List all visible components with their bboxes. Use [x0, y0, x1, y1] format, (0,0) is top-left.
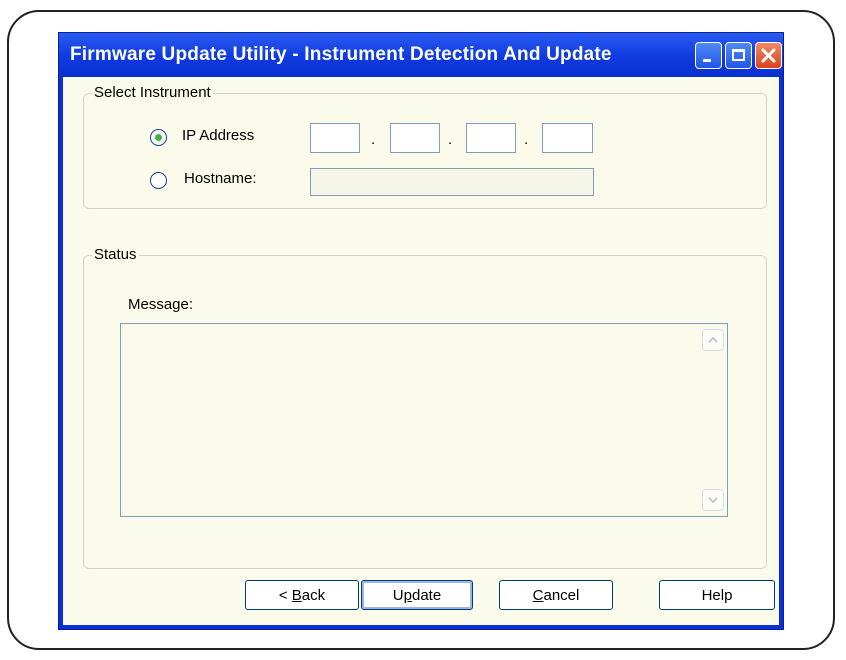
message-textarea[interactable] [120, 323, 728, 517]
dialog-window: Firmware Update Utility - Instrument Det… [58, 32, 784, 630]
ip-separator: . [448, 131, 453, 148]
back-button-rest: ack [301, 587, 326, 604]
status-label: Status [92, 246, 139, 264]
message-scrollbar[interactable] [700, 324, 727, 516]
ip-address-label: IP Address [182, 127, 255, 144]
maximize-icon [732, 49, 745, 61]
hostname-radio[interactable] [150, 172, 167, 189]
update-button-rest: date [411, 587, 442, 604]
ip-octet-2-input[interactable] [390, 123, 440, 153]
close-button[interactable] [755, 42, 782, 69]
title-bar[interactable]: Firmware Update Utility - Instrument Det… [59, 33, 783, 77]
chevron-up-icon [708, 336, 718, 343]
minimize-icon [703, 59, 711, 62]
window-title: Firmware Update Utility - Instrument Det… [70, 44, 612, 65]
back-button[interactable]: < Back [245, 580, 359, 610]
message-label: Message: [128, 296, 194, 313]
close-icon [761, 48, 776, 63]
cancel-button-rest: ancel [543, 587, 580, 604]
ip-octet-4-input[interactable] [542, 123, 593, 153]
ip-separator: . [371, 131, 376, 148]
ip-separator: . [524, 131, 529, 148]
radio-selected-dot [154, 133, 162, 141]
scroll-down-button[interactable] [702, 489, 724, 511]
cancel-button-mnemonic: C [532, 587, 544, 604]
select-instrument-label: Select Instrument [92, 84, 213, 102]
select-instrument-group: Select Instrument IP Address . . . Hostn… [83, 84, 767, 209]
update-button-mnemonic: p [403, 587, 412, 604]
maximize-button[interactable] [725, 42, 752, 69]
chevron-down-icon [708, 497, 718, 504]
update-button-prefix: U [392, 587, 404, 604]
help-button[interactable]: Help [659, 580, 775, 610]
back-button-mnemonic: B [291, 587, 302, 604]
scroll-up-button[interactable] [702, 329, 724, 351]
ip-octet-1-input[interactable] [310, 123, 360, 153]
cancel-button[interactable]: Cancel [499, 580, 613, 610]
minimize-button[interactable] [695, 42, 722, 69]
ip-octet-3-input[interactable] [466, 123, 516, 153]
back-button-prefix: < [278, 587, 292, 604]
hostname-input[interactable] [310, 168, 594, 196]
status-group: Status Message: [83, 246, 767, 569]
dialog-client-area: Select Instrument IP Address . . . Hostn… [63, 77, 779, 625]
hostname-label: Hostname: [184, 170, 257, 187]
update-button[interactable]: Update [361, 580, 473, 610]
ip-address-radio[interactable] [150, 129, 167, 146]
